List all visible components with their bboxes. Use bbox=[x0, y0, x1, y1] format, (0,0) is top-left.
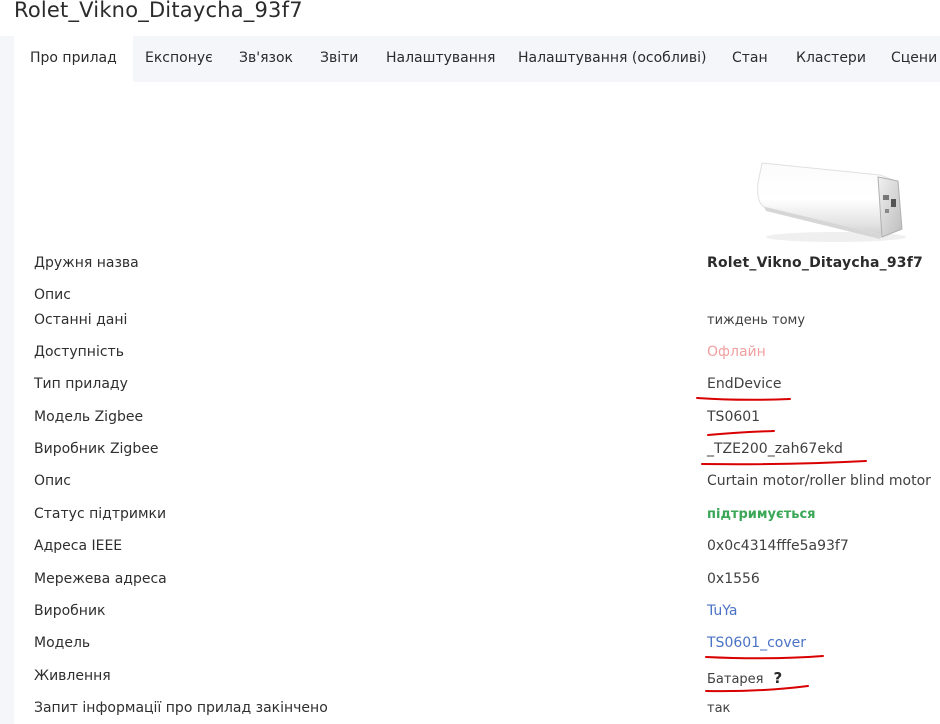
value-model-description: Curtain motor/roller blind motor bbox=[707, 473, 931, 489]
tab-about[interactable]: Про прилад bbox=[14, 36, 133, 82]
label-zigbee-manufacturer: Виробник Zigbee bbox=[34, 441, 159, 457]
value-support-status: підтримується bbox=[707, 507, 816, 522]
value-network-address: 0x1556 bbox=[707, 571, 760, 587]
label-ieee-address: Адреса IEEE bbox=[34, 538, 123, 554]
value-power-source: Батарея? bbox=[707, 669, 782, 687]
label-device-type: Тип приладу bbox=[34, 376, 128, 392]
tab-settings[interactable]: Налаштування bbox=[386, 36, 495, 82]
label-manufacturer: Виробник bbox=[34, 603, 106, 619]
label-interview-completed: Запит інформації про прилад закінчено bbox=[34, 700, 328, 716]
tab-exposes[interactable]: Експонує bbox=[145, 36, 213, 82]
value-zigbee-manufacturer: _TZE200_zah67ekd bbox=[707, 441, 843, 457]
underline-manufacturer-id bbox=[701, 460, 867, 466]
left-gutter bbox=[0, 36, 14, 724]
annotation-layer bbox=[696, 397, 867, 693]
device-page: Rolet_Vikno_Ditaycha_93f7 Про прилад Екс… bbox=[0, 0, 940, 724]
tab-reporting[interactable]: Звіти bbox=[320, 36, 358, 82]
underline-ts0601-cover bbox=[705, 655, 824, 660]
value-model-link[interactable]: TS0601_cover bbox=[707, 635, 806, 651]
value-friendly-name: Rolet_Vikno_Ditaycha_93f7 bbox=[707, 255, 923, 271]
value-zigbee-model: TS0601 bbox=[707, 409, 761, 425]
value-availability: Офлайн bbox=[707, 344, 766, 360]
label-model: Модель bbox=[34, 635, 91, 651]
label-power-source: Живлення bbox=[34, 668, 111, 684]
label-network-address: Мережева адреса bbox=[34, 571, 167, 587]
label-support-status: Статус підтримки bbox=[34, 506, 167, 522]
value-manufacturer-link[interactable]: TuYa bbox=[707, 603, 738, 619]
tab-bar: Про прилад Експонує Зв'язок Звіти Налашт… bbox=[14, 36, 940, 82]
tab-state[interactable]: Стан bbox=[732, 36, 768, 82]
tab-bind[interactable]: Зв'язок bbox=[239, 36, 293, 82]
tab-clusters[interactable]: Кластери bbox=[796, 36, 866, 82]
label-zigbee-model: Модель Zigbee bbox=[34, 409, 144, 425]
underline-end-device bbox=[696, 397, 791, 401]
value-last-seen: тиждень тому bbox=[707, 313, 806, 328]
label-description: Опис bbox=[34, 287, 71, 303]
tab-scenes[interactable]: Сцени bbox=[891, 36, 937, 82]
underline-ts0601 bbox=[707, 430, 775, 436]
value-ieee-address: 0x0c4314fffe5a93f7 bbox=[707, 538, 849, 554]
roller-blind-motor-image bbox=[757, 162, 906, 242]
tab-settings-specific[interactable]: Налаштування (особливі) bbox=[518, 36, 706, 82]
label-availability: Доступність bbox=[34, 344, 124, 360]
label-last-seen: Останні дані bbox=[34, 312, 128, 328]
label-friendly-name: Дружня назва bbox=[34, 255, 139, 271]
label-model-description: Опис bbox=[34, 473, 71, 489]
question-mark-annotation: ? bbox=[773, 669, 783, 687]
page-title: Rolet_Vikno_Ditaycha_93f7 bbox=[14, 0, 303, 22]
value-device-type: EndDevice bbox=[707, 376, 782, 392]
power-source-text: Батарея bbox=[707, 672, 764, 687]
value-interview-completed: так bbox=[707, 701, 731, 716]
